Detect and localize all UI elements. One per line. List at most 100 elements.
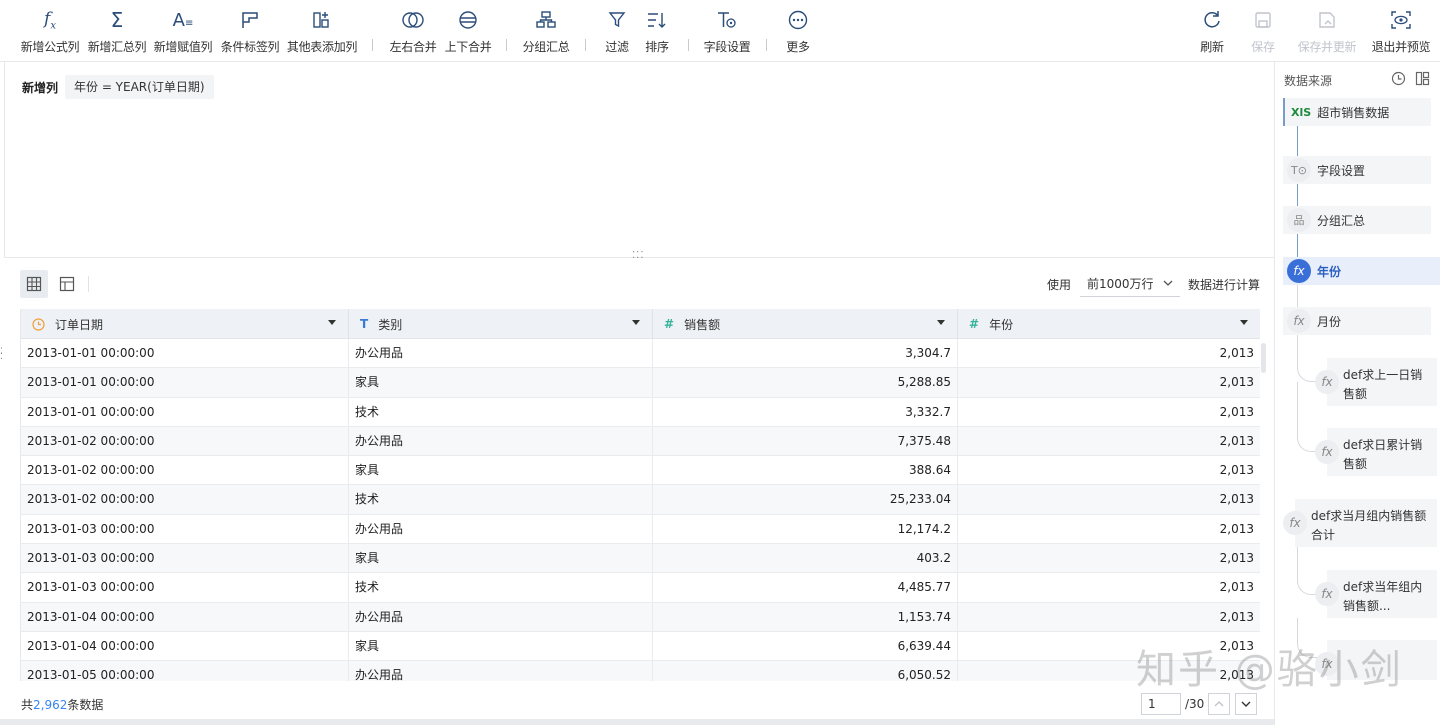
table-cell[interactable]: 2013-01-01 00:00:00 (21, 397, 349, 427)
table-cell[interactable]: 办公用品 (349, 426, 653, 457)
table-row[interactable]: 2013-01-04 00:00:00 家具 6,639.44 2,013 (21, 631, 1260, 662)
substep-prev-day-sales[interactable]: fx def求上一日销售额 (1315, 358, 1437, 406)
field-settings-button[interactable]: 字段设置 (702, 8, 752, 56)
column-menu-icon[interactable] (632, 320, 640, 325)
row-limit-select[interactable]: 前1000万行 (1080, 271, 1180, 297)
table-cell[interactable]: 2013-01-05 00:00:00 (21, 661, 349, 681)
add-formula-column-button[interactable]: fx 新增公式列 (20, 8, 80, 56)
add-assign-column-button[interactable]: A≡ 新增赋值列 (153, 8, 213, 56)
substep-yearly-total[interactable]: fx def求当年组内销售额... (1315, 570, 1437, 618)
table-cell[interactable]: 25,233.04 (653, 485, 958, 515)
table-cell[interactable]: 388.64 (653, 456, 958, 486)
group-summary-button[interactable]: 分组汇总 (521, 8, 571, 56)
source-node[interactable]: XlS 超市销售数据 (1283, 98, 1431, 126)
table-cell[interactable]: 家具 (349, 456, 653, 486)
table-row[interactable]: 2013-01-03 00:00:00 家具 403.2 2,013 (21, 544, 1260, 574)
table-cell[interactable]: 2013-01-02 00:00:00 (21, 485, 349, 515)
table-cell[interactable]: 2,013 (958, 398, 1260, 427)
table-row[interactable]: 2013-01-02 00:00:00 家具 388.64 2,013 (21, 456, 1260, 486)
refresh-button[interactable]: 刷新 (1196, 8, 1228, 56)
table-cell[interactable]: 办公用品 (349, 339, 653, 369)
substep-daily-cumulative[interactable]: fx def求日累计销售额 (1315, 428, 1437, 476)
table-row[interactable]: 2013-01-03 00:00:00 办公用品 12,174.2 2,013 (21, 514, 1260, 545)
table-cell[interactable]: 403.2 (653, 544, 958, 574)
table-cell[interactable]: 家具 (349, 631, 653, 662)
table-cell[interactable]: 6,050.52 (653, 661, 958, 681)
drag-handle-icon[interactable]: ⁚⁚⁚ (632, 251, 645, 261)
column-header-year[interactable]: # 年份 (958, 309, 1260, 339)
column-header-sales[interactable]: # 销售额 (653, 309, 958, 339)
column-header-order-date[interactable]: 订单日期 (21, 309, 349, 339)
add-summary-column-button[interactable]: Σ 新增汇总列 (86, 8, 148, 56)
table-cell[interactable]: 2,013 (958, 632, 1260, 661)
column-menu-icon[interactable] (937, 320, 945, 325)
step-group-summary[interactable]: 品 分组汇总 (1283, 206, 1431, 234)
column-menu-icon[interactable] (328, 320, 336, 325)
table-cell[interactable]: 2013-01-01 00:00:00 (21, 339, 349, 369)
resize-grip-icon[interactable]: ⁚ ⁚ (0, 348, 3, 362)
table-cell[interactable]: 4,485.77 (653, 573, 958, 603)
table-cell[interactable]: 2013-01-02 00:00:00 (21, 456, 349, 486)
table-cell[interactable]: 2013-01-03 00:00:00 (21, 514, 349, 545)
table-cell[interactable]: 2013-01-02 00:00:00 (21, 426, 349, 457)
step-year[interactable]: fx 年份 (1283, 257, 1440, 285)
layout-icon[interactable] (1415, 71, 1430, 89)
history-icon[interactable] (1391, 71, 1406, 89)
condition-tag-column-button[interactable]: 条件标签列 (220, 8, 280, 56)
table-cell[interactable]: 1,153.74 (653, 602, 958, 632)
table-cell[interactable]: 技术 (349, 397, 653, 427)
table-cell[interactable]: 家具 (349, 368, 653, 398)
table-row[interactable]: 2013-01-01 00:00:00 技术 3,332.7 2,013 (21, 397, 1260, 427)
table-cell[interactable]: 2,013 (958, 368, 1260, 397)
table-cell[interactable]: 2,013 (958, 573, 1260, 602)
table-cell[interactable]: 办公用品 (349, 661, 653, 681)
add-column-from-other-table-button[interactable]: 其他表添加列 (286, 8, 358, 56)
exit-and-preview-button[interactable]: 退出并预览 (1370, 8, 1432, 56)
sort-button[interactable]: 排序 (640, 8, 674, 56)
table-cell[interactable]: 2,013 (958, 544, 1260, 573)
prev-page-button[interactable] (1208, 693, 1230, 715)
table-cell[interactable]: 2,013 (958, 456, 1260, 485)
next-page-button[interactable] (1235, 693, 1257, 715)
table-cell[interactable]: 办公用品 (349, 514, 653, 545)
more-button[interactable]: 更多 (781, 8, 815, 56)
table-cell[interactable]: 5,288.85 (653, 368, 958, 398)
table-cell[interactable]: 2,013 (958, 603, 1260, 632)
table-cell[interactable]: 2013-01-03 00:00:00 (21, 573, 349, 603)
table-row[interactable]: 2013-01-02 00:00:00 办公用品 7,375.48 2,013 (21, 426, 1260, 457)
table-cell[interactable]: 2,013 (958, 339, 1260, 368)
table-cell[interactable]: 6,639.44 (653, 631, 958, 662)
table-cell[interactable]: 技术 (349, 485, 653, 515)
table-cell[interactable]: 2,013 (958, 515, 1260, 544)
save-and-update-button[interactable]: 保存并更新 (1296, 8, 1358, 56)
table-row[interactable]: 2013-01-02 00:00:00 技术 25,233.04 2,013 (21, 485, 1260, 515)
substep-monthly-total[interactable]: fx def求当月组内销售额合计 (1283, 499, 1437, 547)
table-cell[interactable]: 3,304.7 (653, 339, 958, 369)
table-cell[interactable]: 技术 (349, 573, 653, 603)
table-row[interactable]: 2013-01-01 00:00:00 办公用品 3,304.7 2,013 (21, 339, 1260, 369)
merge-up-down-button[interactable]: 上下合并 (443, 8, 493, 56)
table-cell[interactable]: 3,332.7 (653, 397, 958, 427)
table-cell[interactable]: 家具 (349, 544, 653, 574)
table-cell[interactable]: 2013-01-01 00:00:00 (21, 368, 349, 398)
column-header-category[interactable]: T 类别 (349, 309, 653, 339)
table-cell[interactable]: 办公用品 (349, 602, 653, 632)
column-menu-icon[interactable] (1240, 320, 1248, 325)
table-row[interactable]: 2013-01-05 00:00:00 办公用品 6,050.52 2,013 (21, 661, 1260, 681)
page-number-input[interactable]: 1 (1141, 693, 1181, 715)
table-row[interactable]: 2013-01-04 00:00:00 办公用品 1,153.74 2,013 (21, 602, 1260, 632)
formula-expression[interactable]: 年份 = YEAR(订单日期) (65, 75, 214, 99)
filter-button[interactable]: 过滤 (600, 8, 634, 56)
save-button[interactable]: 保存 (1247, 8, 1279, 56)
table-cell[interactable]: 2,013 (958, 485, 1260, 514)
table-cell[interactable]: 2013-01-03 00:00:00 (21, 544, 349, 574)
table-cell[interactable]: 7,375.48 (653, 426, 958, 457)
table-cell[interactable]: 2013-01-04 00:00:00 (21, 631, 349, 662)
table-cell[interactable]: 12,174.2 (653, 514, 958, 545)
table-row[interactable]: 2013-01-03 00:00:00 技术 4,485.77 2,013 (21, 573, 1260, 603)
step-month[interactable]: fx 月份 (1283, 307, 1431, 335)
layout-view-button[interactable] (53, 270, 81, 298)
merge-left-right-button[interactable]: 左右合并 (388, 8, 438, 56)
vertical-scrollbar[interactable] (1261, 343, 1266, 373)
step-field-settings[interactable]: T⊙ 字段设置 (1283, 156, 1431, 184)
